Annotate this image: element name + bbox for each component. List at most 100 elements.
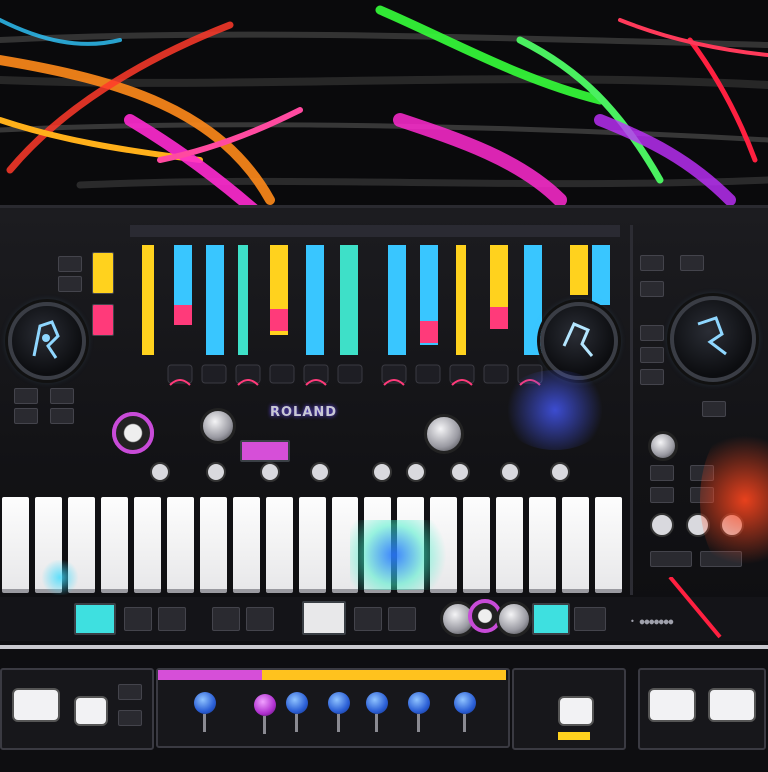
fader-7 — [340, 245, 358, 355]
fader-10 — [456, 245, 466, 355]
transport-btn-2[interactable] — [158, 607, 186, 631]
left-btn-6[interactable] — [50, 408, 74, 424]
mid-button-row — [150, 460, 610, 484]
round-btn-1[interactable] — [150, 462, 170, 482]
bottom-left-module — [0, 668, 154, 750]
jog-wheel-icon — [32, 320, 60, 359]
left-btn-3[interactable] — [14, 388, 38, 404]
fader-14 — [592, 245, 610, 305]
right-btn-6[interactable] — [640, 369, 664, 385]
blue-knob-6[interactable] — [408, 692, 430, 732]
pad-color-splash-left — [40, 560, 80, 595]
left-jog-wheel[interactable] — [8, 302, 86, 380]
transport-btn-7[interactable] — [574, 607, 606, 631]
indicator-pink[interactable] — [92, 304, 114, 336]
blue-knob-4[interactable] — [328, 692, 350, 732]
round-btn-4[interactable] — [310, 462, 330, 482]
round-btn-9[interactable] — [550, 462, 570, 482]
right-btn-10[interactable] — [650, 487, 674, 503]
red-streak — [668, 577, 722, 639]
blue-knob-2[interactable] — [254, 694, 276, 734]
bottom-color-bar — [158, 670, 262, 680]
left-btn-2[interactable] — [58, 276, 82, 292]
transport-row: • ●●●●●●● — [0, 577, 768, 641]
module-button-2[interactable] — [74, 696, 108, 726]
drum-pad[interactable] — [100, 497, 128, 593]
fader-4 — [238, 245, 248, 355]
drum-pad[interactable] — [133, 497, 161, 593]
drum-pad[interactable] — [562, 497, 590, 593]
module-button-3[interactable] — [558, 696, 594, 726]
fader-3 — [206, 245, 224, 355]
fader-13 — [570, 245, 588, 295]
transport-knob-3[interactable] — [496, 601, 532, 637]
right-btn-12[interactable] — [650, 551, 692, 567]
fader-11-cap — [490, 307, 508, 329]
transport-btn-6[interactable] — [388, 607, 416, 631]
mid-knob-1[interactable] — [200, 408, 236, 444]
round-btn-3[interactable] — [260, 462, 280, 482]
drum-pad[interactable] — [2, 497, 29, 593]
text-display — [302, 601, 346, 635]
fader-9-cap — [420, 321, 438, 343]
right-btn-7[interactable] — [702, 401, 726, 417]
module-button-5[interactable] — [708, 688, 756, 722]
drum-pad[interactable] — [298, 497, 326, 593]
round-btn-6[interactable] — [406, 462, 426, 482]
fader-5-cap — [270, 309, 288, 331]
round-btn-5[interactable] — [372, 462, 392, 482]
transport-btn-3[interactable] — [212, 607, 240, 631]
transport-btn-5[interactable] — [354, 607, 382, 631]
cyan-display-2 — [532, 603, 570, 635]
round-btn-7[interactable] — [450, 462, 470, 482]
blue-glow — [500, 370, 610, 450]
round-btn-2[interactable] — [206, 462, 226, 482]
blue-knob-3[interactable] — [286, 692, 308, 732]
yellow-indicator — [558, 732, 590, 740]
brand-logo: ROLAND — [270, 405, 338, 420]
cyan-display-1 — [74, 603, 116, 635]
blue-knob-7[interactable] — [454, 692, 476, 732]
drum-pad[interactable] — [529, 497, 557, 593]
right-knob-1[interactable] — [648, 431, 678, 461]
jog-wheel-icon — [562, 322, 594, 357]
mid-left-knob[interactable] — [112, 412, 154, 454]
right-btn-4[interactable] — [640, 325, 664, 341]
drum-pad[interactable] — [232, 497, 260, 593]
drum-pad[interactable] — [463, 497, 491, 593]
blue-knob-1[interactable] — [194, 692, 216, 732]
left-btn-5[interactable] — [14, 408, 38, 424]
center-right-jog-wheel[interactable] — [540, 302, 618, 380]
drum-pad[interactable] — [265, 497, 293, 593]
transport-btn-4[interactable] — [246, 607, 274, 631]
module-button-4[interactable] — [648, 688, 696, 722]
blue-knob-5[interactable] — [366, 692, 388, 732]
pad-color-splash — [350, 520, 460, 590]
left-btn-4[interactable] — [50, 388, 74, 404]
module-button-1[interactable] — [12, 688, 60, 722]
right-btn-2[interactable] — [640, 281, 664, 297]
mini-display — [240, 440, 290, 462]
drum-pad[interactable] — [595, 497, 623, 593]
drum-pad[interactable] — [496, 497, 524, 593]
indicator-yellow[interactable] — [92, 252, 114, 294]
drum-pad[interactable] — [166, 497, 194, 593]
fader-11 — [490, 245, 508, 315]
right-btn-3[interactable] — [680, 255, 704, 271]
round-btn-8[interactable] — [500, 462, 520, 482]
transport-btn-1[interactable] — [124, 607, 152, 631]
right-btn-1[interactable] — [640, 255, 664, 271]
right-btn-8[interactable] — [650, 465, 674, 481]
module-mini-2[interactable] — [118, 710, 142, 726]
fader-8 — [388, 245, 406, 355]
bottom-center-module — [156, 668, 510, 748]
light-streak-background — [0, 0, 768, 230]
left-btn-1[interactable] — [58, 256, 82, 272]
mid-knob-2[interactable] — [424, 414, 464, 454]
module-mini-1[interactable] — [118, 684, 142, 700]
right-btn-5[interactable] — [640, 347, 664, 363]
bottom-yellow-bar — [262, 670, 506, 680]
bottom-right-module-2 — [638, 668, 766, 750]
drum-pad[interactable] — [199, 497, 227, 593]
right-round-1[interactable] — [650, 513, 674, 537]
